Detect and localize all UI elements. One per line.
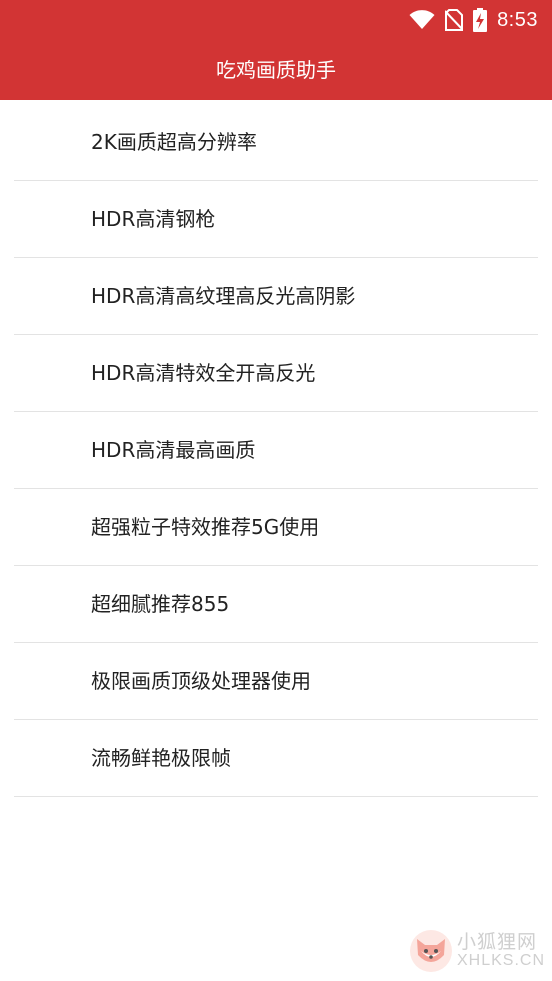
list-item[interactable]: 极限画质顶级处理器使用 [14,643,538,720]
watermark-text-url: XHLKS.CN [457,952,546,969]
list-item-label: 超细腻推荐855 [91,592,230,616]
list-item[interactable]: HDR高清高纹理高反光高阴影 [14,258,538,335]
battery-charging-icon [473,8,488,32]
list-item[interactable]: 超强粒子特效推荐5G使用 [14,489,538,566]
page-title: 吃鸡画质助手 [216,58,336,82]
wifi-icon [409,10,435,30]
watermark: 小狐狸网 XHLKS.CN [409,925,544,975]
list-item-label: HDR高清高纹理高反光高阴影 [91,284,356,308]
list-item[interactable]: 流畅鲜艳极限帧 [14,720,538,797]
list-item[interactable]: HDR高清钢枪 [14,181,538,258]
list-item-label: HDR高清钢枪 [91,207,216,231]
list-item-label: 2K画质超高分辨率 [91,130,257,154]
list-item[interactable]: HDR高清最高画质 [14,412,538,489]
list-item[interactable]: HDR高清特效全开高反光 [14,335,538,412]
no-sim-icon [445,9,464,31]
list-item[interactable]: 2K画质超高分辨率 [14,104,538,181]
status-bar: 8:53 [0,0,552,40]
list-item-label: HDR高清特效全开高反光 [91,361,316,385]
app-bar: 8:53 吃鸡画质助手 [0,0,552,100]
status-time: 8:53 [497,8,538,31]
list-item[interactable]: 超细腻推荐855 [14,566,538,643]
fox-logo-icon [409,929,453,973]
list-item-label: 极限画质顶级处理器使用 [91,669,311,693]
status-icons: 8:53 [409,6,538,34]
list-item-label: 流畅鲜艳极限帧 [91,746,231,770]
list-item-label: HDR高清最高画质 [91,438,256,462]
quality-preset-list: 2K画质超高分辨率 HDR高清钢枪 HDR高清高纹理高反光高阴影 HDR高清特效… [14,104,538,797]
watermark-text-cn: 小狐狸网 [457,931,538,953]
list-item-label: 超强粒子特效推荐5G使用 [91,515,320,539]
